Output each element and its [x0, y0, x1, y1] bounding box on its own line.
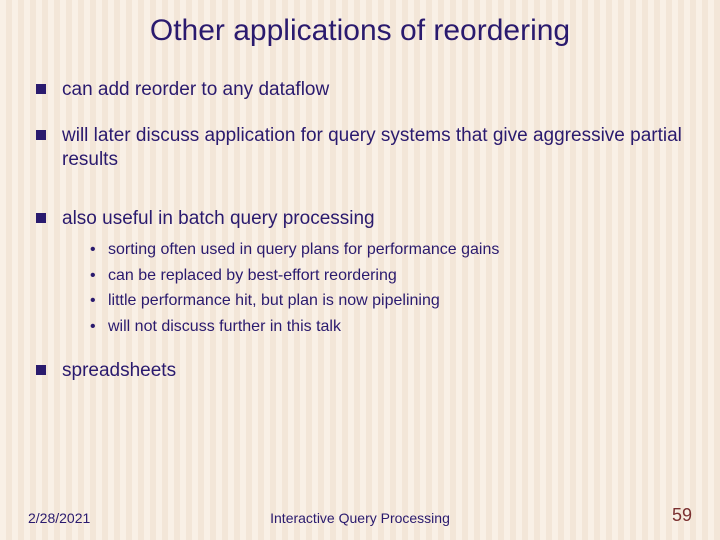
sub-bullet-text: will not discuss further in this talk: [108, 318, 341, 335]
bullet-text: can add reorder to any dataflow: [62, 79, 329, 100]
sub-bullet-item: can be replaced by best-effort reorderin…: [90, 265, 684, 287]
bullet-item: spreadsheets: [36, 359, 684, 383]
slide-title: Other applications of reordering: [0, 0, 720, 56]
bullet-text: also useful in batch query processing: [62, 208, 375, 229]
bullet-text: will later discuss application for query…: [62, 125, 682, 170]
bullet-text: spreadsheets: [62, 360, 176, 381]
sub-bullet-list: sorting often used in query plans for pe…: [62, 239, 684, 337]
sub-bullet-text: can be replaced by best-effort reorderin…: [108, 267, 397, 284]
sub-bullet-item: will not discuss further in this talk: [90, 316, 684, 338]
bullet-item: will later discuss application for query…: [36, 124, 684, 172]
bullet-list: can add reorder to any dataflow will lat…: [0, 78, 720, 383]
footer-title: Interactive Query Processing: [0, 510, 720, 526]
slide-footer: 2/28/2021 Interactive Query Processing 5…: [0, 505, 720, 540]
slide-content: Other applications of reordering can add…: [0, 0, 720, 540]
bullet-item: also useful in batch query processing so…: [36, 207, 684, 337]
sub-bullet-item: sorting often used in query plans for pe…: [90, 239, 684, 261]
sub-bullet-text: little performance hit, but plan is now …: [108, 292, 440, 309]
bullet-item: can add reorder to any dataflow: [36, 78, 684, 102]
sub-bullet-text: sorting often used in query plans for pe…: [108, 241, 499, 258]
sub-bullet-item: little performance hit, but plan is now …: [90, 290, 684, 312]
